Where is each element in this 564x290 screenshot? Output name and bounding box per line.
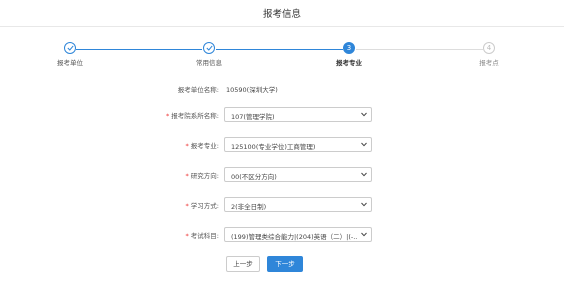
next-step-button[interactable]: 下一步: [267, 256, 303, 272]
subjects-label-text: 考试科目:: [190, 232, 219, 240]
major-select[interactable]: 125100(专业学位)工商管理): [224, 137, 372, 152]
major-label: * 报考专业:: [186, 140, 219, 150]
step-3-label: 报考专业: [336, 59, 362, 67]
direction-select[interactable]: 00(不区分方向): [224, 167, 372, 182]
department-row: * 报考院系所名称: 107(管理学院): [0, 107, 564, 123]
step-4: 4 报考点: [459, 42, 519, 67]
major-select-value: 125100(专业学位)工商管理): [231, 143, 316, 151]
subjects-select-value: (199)管理类综合能力|(204)英语（二）|(-...: [231, 233, 357, 241]
step-2-label: 常用信息: [196, 59, 222, 67]
direction-row: * 研究方向: 00(不区分方向): [0, 167, 564, 183]
direction-label-text: 研究方向:: [190, 172, 219, 180]
page-header: 报考信息: [0, 0, 564, 27]
page-title: 报考信息: [262, 9, 301, 20]
required-mark: *: [185, 172, 189, 180]
unit-row: 报考单位名称: 10590(深圳大学): [0, 81, 564, 97]
step-4-number: 4: [483, 42, 495, 54]
study-mode-label: * 学习方式:: [186, 200, 219, 210]
required-mark: *: [166, 112, 170, 120]
subjects-row: * 考试科目: (199)管理类综合能力|(204)英语（二）|(-...: [0, 227, 564, 243]
step-1: 报考单位: [40, 42, 100, 67]
progress-steps: 报考单位 常用信息 3 报考专业 4 报考点: [0, 40, 564, 70]
chevron-down-icon: [361, 112, 367, 117]
study-mode-row: * 学习方式: 2(非全日制): [0, 197, 564, 213]
major-label-text: 报考专业:: [190, 142, 219, 150]
direction-label: * 研究方向:: [186, 170, 219, 180]
department-label: * 报考院系所名称:: [166, 110, 219, 120]
chevron-down-icon: [361, 232, 367, 237]
required-mark: *: [185, 142, 189, 150]
step-2: 常用信息: [179, 42, 239, 67]
check-icon: [203, 42, 215, 54]
chevron-down-icon: [361, 142, 367, 147]
step-3-number: 3: [343, 42, 355, 54]
direction-select-value: 00(不区分方向): [231, 173, 277, 181]
step-4-label: 报考点: [479, 59, 499, 67]
unit-label: 报考单位名称:: [177, 86, 219, 94]
department-select-value: 107(管理学院): [231, 113, 275, 121]
required-mark: *: [185, 232, 189, 240]
subjects-label: * 考试科目:: [186, 230, 219, 240]
department-select[interactable]: 107(管理学院): [224, 107, 372, 122]
chevron-down-icon: [361, 202, 367, 207]
study-mode-label-text: 学习方式:: [190, 202, 219, 210]
department-label-text: 报考院系所名称:: [171, 112, 219, 120]
unit-value: 10590(深圳大学): [226, 86, 278, 94]
step-1-label: 报考单位: [57, 59, 83, 67]
study-mode-select[interactable]: 2(非全日制): [224, 197, 372, 212]
subjects-select[interactable]: (199)管理类综合能力|(204)英语（二）|(-...: [224, 227, 372, 242]
step-3: 3 报考专业: [319, 42, 379, 67]
check-icon: [64, 42, 76, 54]
required-mark: *: [185, 202, 189, 210]
study-mode-select-value: 2(非全日制): [231, 203, 267, 211]
previous-step-button[interactable]: 上一步: [226, 256, 260, 272]
major-row: * 报考专业: 125100(专业学位)工商管理): [0, 137, 564, 153]
chevron-down-icon: [361, 172, 367, 177]
